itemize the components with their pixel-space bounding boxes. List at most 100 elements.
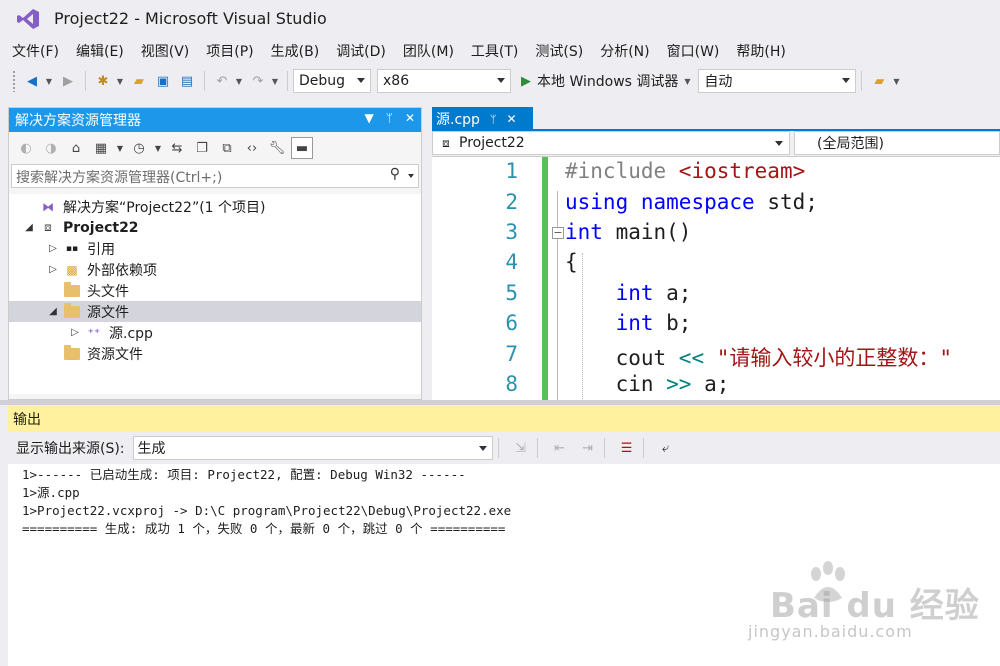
code-token: { [565, 250, 578, 274]
menu-item[interactable]: 窗口(W) [661, 38, 726, 64]
code-token: cin [565, 372, 667, 396]
cpp-file-icon: ⁺⁺ [87, 325, 101, 340]
expand-arrow-icon[interactable]: ▷ [69, 327, 81, 338]
pin-tab-icon[interactable]: ᛘ [490, 113, 497, 126]
chevron-down-icon [357, 78, 365, 83]
menu-item[interactable]: 生成(B) [265, 38, 326, 64]
tree-item[interactable]: ▷ ▩ 外部依赖项 [9, 259, 421, 280]
project-icon: ⧈ [442, 135, 450, 150]
menu-item[interactable]: 文件(F) [6, 38, 65, 64]
output-line: ========== 生成: 成功 1 个，失败 0 个，最新 0 个，跳过 0… [22, 521, 506, 536]
expand-arrow-icon[interactable]: ▷ [47, 264, 59, 275]
nav-scope-value: (全局范围) [817, 136, 884, 152]
collapse-arrow-icon[interactable]: ◢ [47, 306, 59, 317]
window-position-dropdown-icon[interactable]: ▼ [365, 111, 374, 125]
new-project-icon[interactable]: ✱ [93, 71, 113, 91]
switch-views-icon[interactable]: ▦ [90, 137, 112, 159]
undo-dropdown-icon[interactable]: ▼ [234, 77, 244, 86]
redo-icon[interactable]: ↷ [248, 71, 268, 91]
collapse-arrow-icon[interactable]: ◢ [23, 222, 35, 233]
solution-platform-select[interactable]: x86 [377, 69, 511, 93]
navigate-back-icon[interactable]: ◀ [22, 71, 42, 91]
previous-message-icon[interactable]: ⇤ [549, 437, 571, 459]
code-text: cin >> a; [565, 372, 730, 396]
scope-navigation-select[interactable]: (全局范围) [794, 131, 1000, 155]
window-title: Project22 - Microsoft Visual Studio [54, 9, 327, 28]
navigate-forward-icon[interactable]: ▶ [58, 71, 78, 91]
tab-source-cpp[interactable]: 源.cpp ᛘ ✕ [432, 107, 533, 131]
undo-icon[interactable]: ↶ [212, 71, 232, 91]
debugger-dropdown-icon[interactable]: ▼ [682, 77, 692, 86]
code-text: { [565, 250, 578, 274]
toggle-word-wrap-icon[interactable]: ⤶ [655, 437, 677, 459]
show-all-files-icon[interactable]: ⧉ [216, 137, 238, 159]
output-source-select[interactable]: 生成 [132, 436, 493, 460]
start-debugging-button[interactable]: ▶ 本地 Windows 调试器 [521, 71, 678, 91]
code-text: int main() [565, 220, 691, 244]
toolbar-grip[interactable] [12, 70, 16, 92]
expand-arrow-icon[interactable]: ▷ [47, 243, 59, 254]
properties-wrench-icon[interactable]: 🔧︎ [266, 137, 288, 159]
save-icon[interactable]: ▣ [153, 71, 173, 91]
menu-item[interactable]: 测试(S) [529, 38, 589, 64]
menu-item[interactable]: 帮助(H) [730, 38, 791, 64]
close-icon[interactable]: ✕ [405, 111, 415, 125]
new-project-dropdown-icon[interactable]: ▼ [115, 77, 125, 86]
next-message-icon[interactable]: ⇥ [577, 437, 599, 459]
output-source-label: 显示输出来源(S): [16, 441, 125, 457]
filter-dropdown-icon[interactable]: ▼ [153, 137, 163, 159]
toolbar-options-icon[interactable]: ▼ [891, 77, 901, 86]
menu-item[interactable]: 工具(T) [465, 38, 524, 64]
tree-item[interactable]: ◢ 源文件 [9, 301, 421, 322]
baidu-jingyan-watermark: Bai du 经验 jingyan.baidu.com [740, 560, 979, 650]
redo-dropdown-icon[interactable]: ▼ [270, 77, 280, 86]
back-icon[interactable]: ◐ [15, 137, 37, 159]
code-text: int b; [565, 311, 692, 335]
solution-search-input[interactable]: 搜索解决方案资源管理器(Ctrl+;) ⚲ [11, 164, 419, 188]
tree-item[interactable]: ▷ ▪▪ 引用 [9, 238, 421, 259]
code-text: using namespace std; [565, 190, 818, 214]
pending-changes-filter-icon[interactable]: ◷ [128, 137, 150, 159]
pin-icon[interactable]: ᛘ [386, 111, 393, 125]
menu-item[interactable]: 项目(P) [200, 38, 259, 64]
folder-icon [63, 302, 81, 320]
close-tab-icon[interactable]: ✕ [507, 112, 517, 126]
menu-item[interactable]: 团队(M) [397, 38, 460, 64]
collapse-block-icon[interactable]: − [552, 227, 564, 239]
solution-config-select[interactable]: Debug [293, 69, 371, 93]
preview-selected-icon[interactable]: ▬ [291, 137, 313, 159]
find-message-in-code-icon[interactable]: ⇲ [510, 437, 532, 459]
switch-views-dropdown-icon[interactable]: ▼ [115, 137, 125, 159]
project-navigation-select[interactable]: ⧈ Project22 [432, 131, 790, 155]
debug-target-select[interactable]: 自动 [698, 69, 857, 93]
tree-item[interactable]: ▷ ⁺⁺ 源.cpp [9, 322, 421, 343]
find-in-files-icon[interactable]: ▰ [869, 71, 889, 91]
search-options-dropdown-icon[interactable] [408, 174, 414, 178]
search-icon[interactable]: ⚲ [390, 166, 400, 182]
clear-all-icon[interactable]: ☰ [616, 437, 638, 459]
tree-item[interactable]: 资源文件 [9, 343, 421, 364]
code-text: int a; [565, 281, 692, 305]
output-text[interactable]: 1>------ 已启动生成: 项目: Project22, 配置: Debug… [8, 464, 1000, 538]
menu-item[interactable]: 分析(N) [594, 38, 655, 64]
view-code-icon[interactable]: ‹› [241, 137, 263, 159]
open-file-icon[interactable]: ▰ [129, 71, 149, 91]
sync-with-document-icon[interactable]: ⇆ [166, 137, 188, 159]
menu-bar: 文件(F) 编辑(E) 视图(V) 项目(P) 生成(B) 调试(D) 团队(M) 工具(T)… [0, 38, 1000, 64]
tree-item[interactable]: ⧓ 解决方案“Project22”(1 个项目) [9, 196, 421, 217]
code-text-area[interactable]: 1 #include <iostream> 2 using namespace std… [432, 157, 1000, 400]
tree-item[interactable]: 头文件 [9, 280, 421, 301]
code-token: #include [565, 159, 679, 183]
collapse-all-icon[interactable]: ❐ [191, 137, 213, 159]
menu-item[interactable]: 调试(D) [330, 38, 392, 64]
forward-icon[interactable]: ◑ [40, 137, 62, 159]
menu-item[interactable]: 编辑(E) [70, 38, 130, 64]
save-all-icon[interactable]: ▤ [177, 71, 197, 91]
menu-item[interactable]: 视图(V) [135, 38, 196, 64]
back-dropdown-icon[interactable]: ▼ [44, 77, 54, 86]
tree-item[interactable]: ◢ ⧈ Project22 [9, 217, 421, 238]
output-title: 输出 [13, 411, 41, 428]
home-icon[interactable]: ⌂ [65, 137, 87, 159]
project-icon: ⧈ [44, 220, 52, 234]
